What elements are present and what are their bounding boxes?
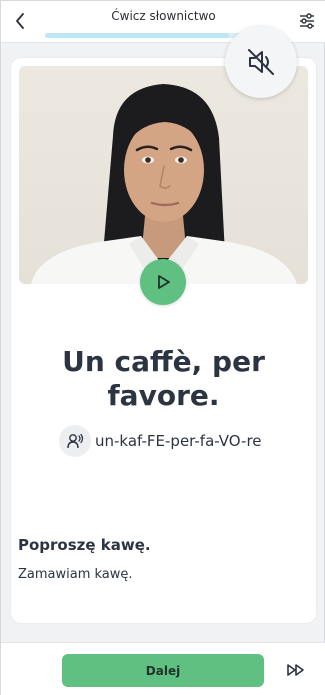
bottom-bar: Dalej <box>1 642 325 695</box>
speaker-portrait <box>31 84 297 284</box>
translation-alternative: Zamawiam kawę. <box>18 567 133 582</box>
play-audio-button[interactable] <box>140 259 186 305</box>
vocabulary-card: Un caffè, per favore. un-kaf-FE-per-fa-V… <box>11 58 316 623</box>
page-title: Ćwicz słownictwo <box>111 9 216 23</box>
skip-button[interactable] <box>285 660 307 680</box>
pronunciation-speaker-icon <box>67 433 84 449</box>
speaker-muted-icon <box>248 49 274 75</box>
speaker-photo <box>19 66 308 284</box>
translation-primary: Poproszę kawę. <box>18 536 151 554</box>
target-phrase: Un caffè, per favore. <box>62 345 265 412</box>
mute-audio-button[interactable] <box>225 26 297 98</box>
fast-forward-icon <box>287 664 304 676</box>
next-button[interactable]: Dalej <box>62 654 264 687</box>
pronunciation-text: un-kaf-FE-per-fa-VO-re <box>95 432 262 450</box>
sliders-icon <box>300 13 314 29</box>
play-icon <box>158 275 170 289</box>
pronunciation-row: un-kaf-FE-per-fa-VO-re <box>59 425 262 457</box>
progress-fill <box>45 33 230 38</box>
pronunciation-audio-button[interactable] <box>59 425 91 457</box>
settings-button[interactable] <box>298 11 316 31</box>
